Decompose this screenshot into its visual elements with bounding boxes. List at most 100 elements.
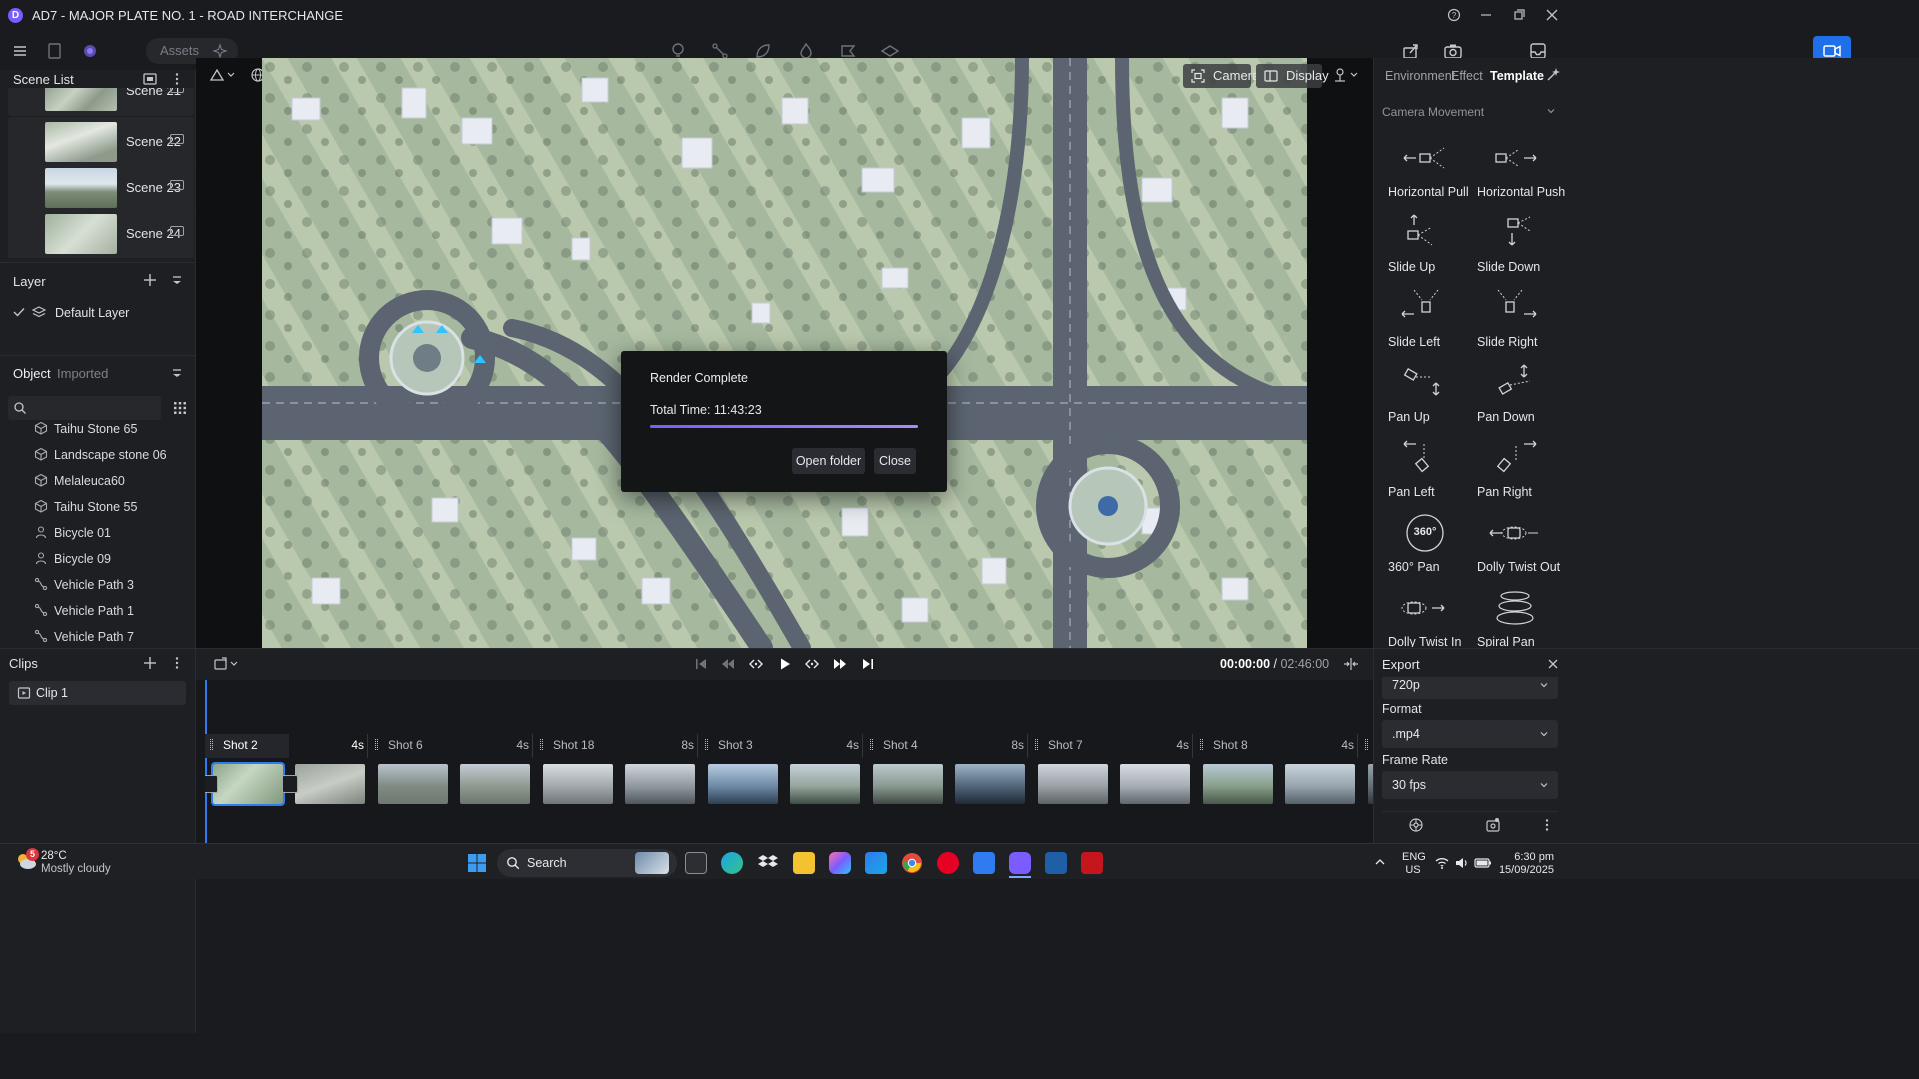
camera-movement-item[interactable]: Pan Left (1380, 430, 1470, 506)
camera-movement-item[interactable]: Slide Down (1470, 205, 1560, 281)
object-filter-icon[interactable] (169, 365, 185, 381)
camera-movement-item[interactable]: Horizontal Push (1470, 130, 1565, 206)
copilot-icon[interactable] (829, 852, 851, 874)
frame-rate-select[interactable]: 30 fps (1382, 771, 1558, 799)
export-settings-icon[interactable] (1485, 817, 1501, 833)
scene-item[interactable]: Scene 22 (8, 117, 194, 167)
add-clip-icon[interactable] (142, 655, 158, 671)
object-list-item[interactable]: Vehicle Path 3 (34, 572, 194, 598)
shot-segment[interactable]: Shot 6 4s (370, 737, 529, 753)
windows-start-icon[interactable] (466, 852, 488, 874)
grid-view-icon[interactable] (172, 400, 188, 416)
sketchup-icon[interactable] (1045, 852, 1067, 874)
camera-movement-item[interactable]: Slide Up (1380, 205, 1470, 281)
camera-movement-item[interactable]: Spiral Pan (1470, 580, 1560, 647)
clock-time[interactable]: 6:30 pm (1500, 851, 1554, 863)
chevron-down-icon[interactable] (1545, 105, 1557, 117)
scene-more-icon[interactable] (169, 71, 185, 87)
object-list-item[interactable]: Taihu Stone 55 (34, 494, 194, 520)
drag-handle-icon[interactable] (540, 739, 543, 750)
scene-camera-icon[interactable] (170, 134, 184, 144)
skip-end-icon[interactable] (860, 656, 876, 672)
autocad-icon[interactable] (1081, 852, 1103, 874)
viewport-options-icon[interactable] (1332, 66, 1360, 84)
render-settings-icon[interactable] (1408, 817, 1424, 833)
language-bottom[interactable]: US (1402, 864, 1424, 876)
menu-icon[interactable] (9, 40, 31, 62)
object-list-item[interactable]: Vehicle Path 1 (34, 598, 194, 624)
object-list-item[interactable]: Melaleuca60 (34, 468, 194, 494)
camera-movement-item[interactable]: 360° 360° Pan (1380, 505, 1470, 581)
close-window-icon[interactable] (1542, 5, 1562, 25)
drag-handle-icon[interactable] (1035, 739, 1038, 750)
step-forward-icon[interactable] (804, 656, 820, 672)
magic-wand-icon[interactable] (1545, 67, 1561, 83)
shot-segment[interactable]: Shot 7 4s (1030, 737, 1189, 753)
drag-handle-icon[interactable] (705, 739, 708, 750)
scene-view-icon[interactable] (142, 71, 158, 87)
object-list-item[interactable]: Bicycle 09 (34, 546, 194, 572)
tab-effect[interactable]: Effect (1451, 69, 1483, 83)
default-layer-label[interactable]: Default Layer (55, 306, 129, 320)
chrome-icon[interactable] (901, 852, 923, 874)
dropbox-icon[interactable] (757, 852, 779, 874)
play-icon[interactable] (777, 656, 793, 672)
camera-movement-item[interactable]: Slide Right (1470, 280, 1560, 356)
camera-movement-item[interactable]: Horizontal Pull (1380, 130, 1470, 206)
shot-segment[interactable]: Shot 18 8s (535, 737, 694, 753)
material-orb-icon[interactable] (79, 40, 101, 62)
tab-template[interactable]: Template (1490, 69, 1544, 83)
object-list-item[interactable]: Vehicle Path 7 (34, 624, 194, 646)
tab-imported[interactable]: Imported (57, 366, 108, 381)
shot-segment[interactable]: Shot 8 4s (1195, 737, 1354, 753)
notepad-icon[interactable] (973, 852, 995, 874)
taskbar-search[interactable]: Search (497, 849, 677, 877)
fit-timeline-icon[interactable] (1343, 656, 1359, 672)
store-icon[interactable] (865, 852, 887, 874)
drag-handle-icon[interactable] (375, 739, 378, 750)
task-view-icon[interactable] (685, 852, 707, 874)
shot-segment[interactable]: Shot 94s (1360, 737, 1373, 753)
object-list-item[interactable]: Bicycle 01 (34, 520, 194, 546)
check-icon[interactable] (12, 305, 26, 319)
camera-movement-item[interactable]: Pan Up (1380, 355, 1470, 431)
drag-handle-icon[interactable] (1365, 739, 1368, 750)
camera-movement-item[interactable]: Dolly Twist In (1380, 580, 1470, 647)
display-button[interactable]: Display (1256, 64, 1329, 88)
export-more-icon[interactable] (1539, 817, 1555, 833)
camera-movement-item[interactable]: Pan Down (1470, 355, 1560, 431)
language-top[interactable]: ENG (1402, 851, 1426, 863)
document-icon[interactable] (43, 40, 65, 62)
minimize-icon[interactable] (1476, 5, 1496, 25)
close-dialog-button[interactable]: Close (874, 448, 916, 474)
d5-render-icon[interactable] (1009, 852, 1031, 874)
edge-icon[interactable] (721, 852, 743, 874)
drag-handle-icon[interactable] (1200, 739, 1203, 750)
format-select[interactable]: .mp4 (1382, 720, 1558, 748)
chevron-up-icon[interactable] (1373, 855, 1387, 869)
timeline-track[interactable] (196, 680, 1373, 843)
object-list-item[interactable]: Landscape stone 06 (34, 442, 194, 468)
step-back-icon[interactable] (748, 656, 764, 672)
drag-handle-icon[interactable] (210, 739, 213, 750)
rewind-icon[interactable] (720, 656, 736, 672)
resolution-select[interactable]: 720p (1382, 677, 1558, 699)
add-layer-icon[interactable] (142, 272, 158, 288)
scene-item[interactable]: Scene 21 (8, 88, 194, 116)
restore-icon[interactable] (1509, 5, 1529, 25)
object-list-item[interactable]: Taihu Stone 65 (34, 416, 194, 442)
layer-filter-icon[interactable] (169, 272, 185, 288)
clips-more-icon[interactable] (169, 655, 185, 671)
camera-movement-item[interactable]: Dolly Twist Out (1470, 505, 1560, 581)
tab-object[interactable]: Object (13, 366, 51, 381)
scene-item[interactable]: Scene 24 (8, 209, 194, 258)
shot-segment[interactable]: Shot 4 8s (865, 737, 1024, 753)
add-shot-icon[interactable] (212, 655, 240, 673)
shot-segment[interactable]: Shot 3 4s (700, 737, 859, 753)
scene-item[interactable]: Scene 23 (8, 163, 194, 213)
wifi-icon[interactable] (1434, 855, 1450, 871)
drag-handle-icon[interactable] (870, 739, 873, 750)
file-explorer-icon[interactable] (793, 852, 815, 874)
transform-gizmo-icon[interactable] (208, 66, 236, 84)
open-folder-button[interactable]: Open folder (792, 448, 865, 474)
